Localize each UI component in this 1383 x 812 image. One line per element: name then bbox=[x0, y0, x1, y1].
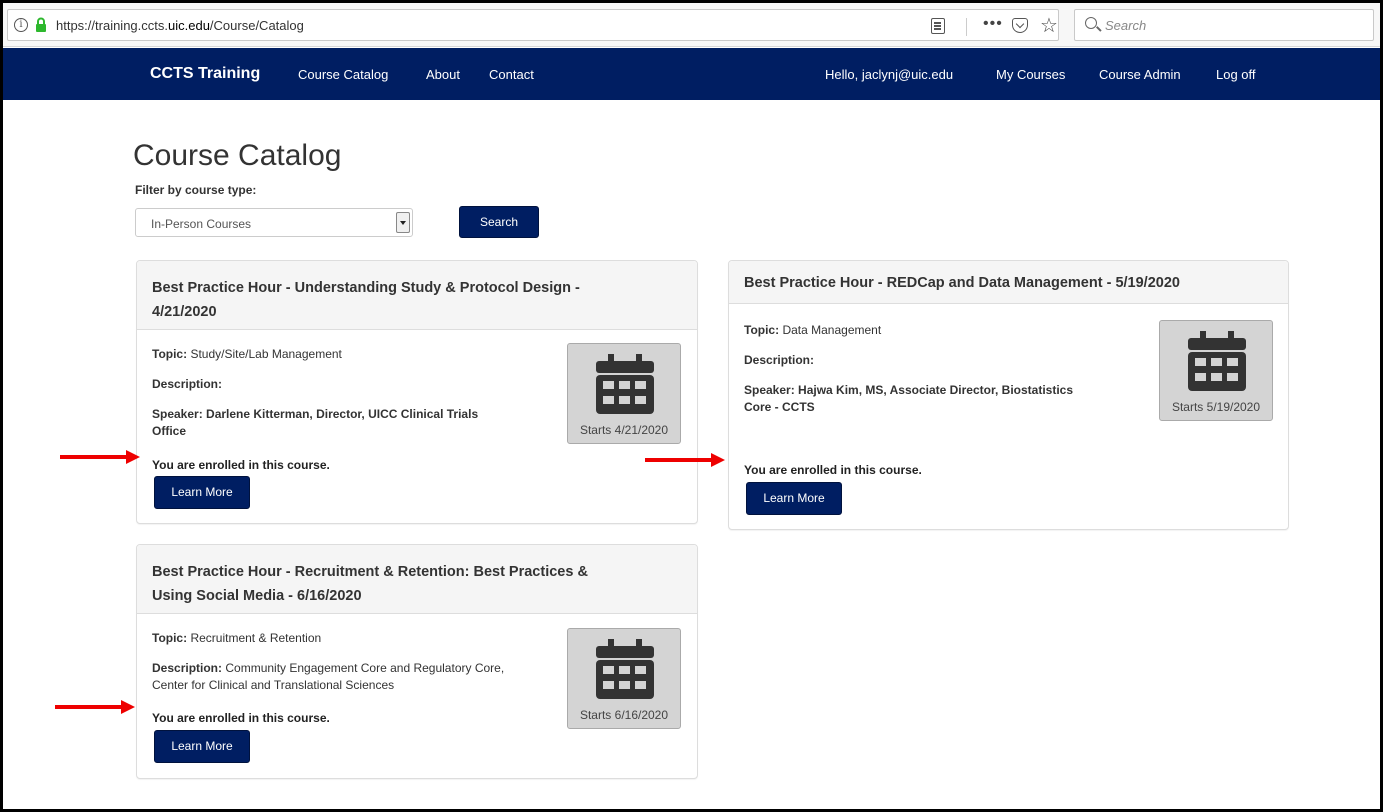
search-icon bbox=[1085, 17, 1097, 29]
search-button[interactable]: Search bbox=[459, 206, 539, 238]
course-card-heading: Best Practice Hour - Understanding Study… bbox=[137, 261, 697, 330]
course-date-tile: Starts 6/16/2020 bbox=[567, 628, 681, 729]
course-topic: Topic: Data Management bbox=[744, 323, 882, 337]
course-card-heading: Best Practice Hour - Recruitment & Reten… bbox=[137, 545, 697, 614]
nav-user-greeting[interactable]: Hello, jaclynj@uic.edu bbox=[825, 67, 953, 82]
learn-more-button[interactable]: Learn More bbox=[154, 730, 250, 763]
calendar-icon bbox=[596, 639, 654, 699]
course-start-date: Starts 6/16/2020 bbox=[579, 708, 669, 722]
nav-course-admin[interactable]: Course Admin bbox=[1099, 67, 1181, 82]
info-icon[interactable]: i bbox=[14, 18, 28, 32]
course-topic: Topic: Recruitment & Retention bbox=[152, 631, 322, 645]
reader-view-icon[interactable] bbox=[931, 18, 945, 34]
enrolled-status: You are enrolled in this course. bbox=[152, 711, 330, 725]
browser-toolbar: i https://training.ccts.uic.edu/Course/C… bbox=[3, 3, 1380, 47]
nav-log-off[interactable]: Log off bbox=[1216, 67, 1256, 82]
address-bar-divider bbox=[966, 18, 967, 36]
course-title: Best Practice Hour - Understanding Study… bbox=[152, 280, 580, 320]
address-bar[interactable]: i https://training.ccts.uic.edu/Course/C… bbox=[7, 9, 1059, 41]
course-description: Description: bbox=[744, 353, 815, 367]
filter-label: Filter by course type: bbox=[135, 183, 257, 197]
course-card-heading: Best Practice Hour - REDCap and Data Man… bbox=[729, 261, 1288, 304]
course-date-tile: Starts 5/19/2020 bbox=[1159, 320, 1273, 421]
annotation-arrow-1 bbox=[60, 450, 140, 464]
annotation-arrow-3 bbox=[55, 700, 135, 714]
enrolled-status: You are enrolled in this course. bbox=[152, 458, 330, 472]
course-description: Description: bbox=[152, 377, 223, 391]
course-title: Best Practice Hour - Recruitment & Reten… bbox=[152, 564, 588, 604]
enrolled-status: You are enrolled in this course. bbox=[744, 463, 922, 477]
dropdown-arrow-icon[interactable] bbox=[396, 212, 410, 233]
course-start-date: Starts 4/21/2020 bbox=[579, 423, 669, 437]
course-topic: Topic: Study/Site/Lab Management bbox=[152, 347, 342, 361]
site-brand-link[interactable]: CCTS Training bbox=[150, 65, 260, 83]
course-start-date: Starts 5/19/2020 bbox=[1171, 400, 1261, 414]
browser-search-box[interactable]: Search bbox=[1074, 9, 1374, 41]
calendar-icon bbox=[596, 354, 654, 414]
nav-about[interactable]: About bbox=[426, 67, 460, 82]
course-speaker: Speaker: Hajwa Kim, MS, Associate Direct… bbox=[744, 383, 1074, 414]
pocket-icon[interactable] bbox=[1012, 18, 1028, 33]
course-type-selected-value: In-Person Courses bbox=[151, 217, 252, 231]
learn-more-button[interactable]: Learn More bbox=[746, 482, 842, 515]
course-date-tile: Starts 4/21/2020 bbox=[567, 343, 681, 444]
course-card-study-protocol: Best Practice Hour - Understanding Study… bbox=[136, 260, 698, 524]
course-type-select[interactable]: In-Person Courses bbox=[135, 208, 413, 237]
calendar-icon bbox=[1188, 331, 1246, 391]
nav-my-courses[interactable]: My Courses bbox=[996, 67, 1065, 82]
bookmark-star-icon[interactable]: ☆ bbox=[1040, 13, 1058, 38]
lock-icon bbox=[36, 17, 46, 32]
screenshot-frame: i https://training.ccts.uic.edu/Course/C… bbox=[0, 0, 1383, 812]
url-text[interactable]: https://training.ccts.uic.edu/Course/Cat… bbox=[56, 18, 304, 33]
browser-search-placeholder: Search bbox=[1105, 18, 1147, 33]
page-title: Course Catalog bbox=[133, 139, 342, 172]
learn-more-button[interactable]: Learn More bbox=[154, 476, 250, 509]
nav-contact[interactable]: Contact bbox=[489, 67, 534, 82]
course-description: Description: Community Engagement Core a… bbox=[152, 661, 505, 692]
course-card-redcap: Best Practice Hour - REDCap and Data Man… bbox=[728, 260, 1289, 530]
nav-course-catalog[interactable]: Course Catalog bbox=[298, 67, 388, 82]
course-card-recruitment: Best Practice Hour - Recruitment & Reten… bbox=[136, 544, 698, 779]
course-speaker: Speaker: Darlene Kitterman, Director, UI… bbox=[152, 407, 479, 438]
site-navbar: CCTS Training Course Catalog About Conta… bbox=[3, 48, 1380, 100]
course-title: Best Practice Hour - REDCap and Data Man… bbox=[744, 275, 1180, 291]
page-actions-menu-icon[interactable]: ••• bbox=[983, 15, 1003, 33]
annotation-arrow-2 bbox=[645, 453, 725, 467]
